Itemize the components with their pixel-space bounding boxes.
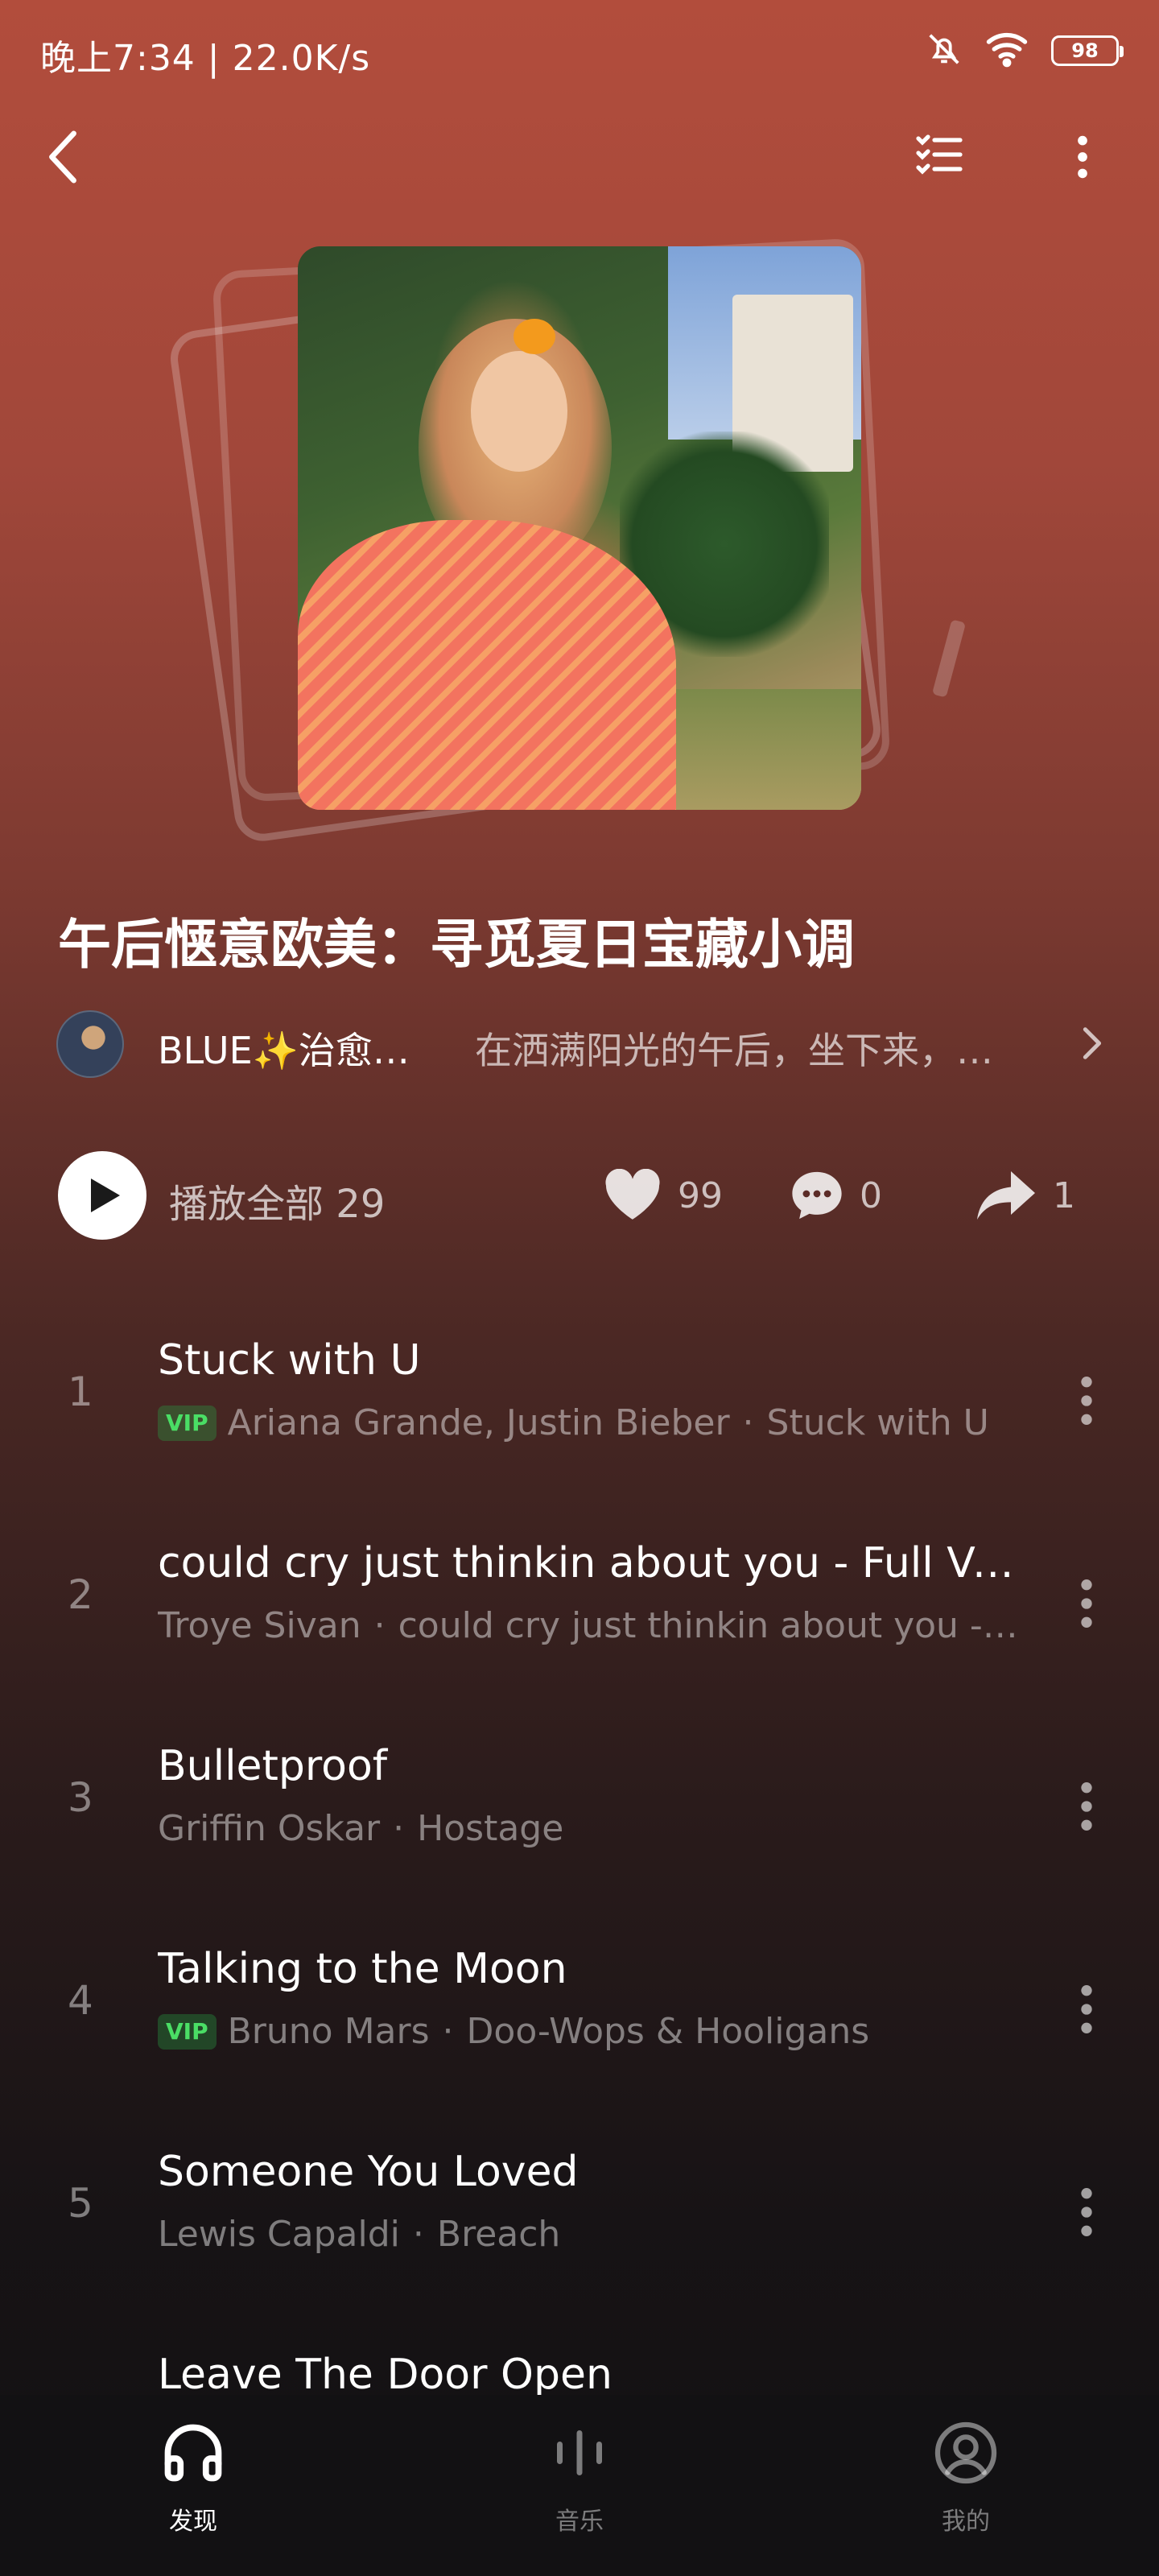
tab-label: 音乐 [555,2508,604,2536]
comment-icon [792,1171,842,1220]
song-artist: Lewis Capaldi [158,2214,400,2255]
song-title: Stuck with U [158,1336,421,1385]
song-index: 4 [68,1977,93,2024]
song-options-button[interactable] [1070,1571,1103,1636]
tab-label: 发现 [169,2508,217,2536]
chevron-right-icon[interactable] [1079,1025,1111,1065]
bottom-nav: 发现 音乐 我的 [0,2395,1159,2576]
song-album: Breach [436,2214,561,2255]
song-meta: Lewis Capaldi · Breach [158,2214,561,2255]
status-icons: 98 [926,31,1124,71]
song-title: Talking to the Moon [158,1945,567,1993]
more-vertical-icon [1081,1782,1092,1831]
more-vertical-icon [1078,135,1087,179]
song-row[interactable]: 5 Someone You Loved Lewis Capaldi · Breach [0,2116,1159,2318]
song-title: Bulletproof [158,1742,388,1790]
mute-bell-icon [926,31,963,71]
tab-discover[interactable]: 发现 [129,2419,258,2548]
playlist-cover-image[interactable] [298,246,861,810]
share-arrow-icon [977,1171,1035,1220]
person-icon [934,2421,997,2484]
song-title: Someone You Loved [158,2148,579,2196]
song-album: could cry just thinkin about you -… [398,1605,1018,1646]
share-count: 1 [1053,1174,1075,1216]
headphones-icon [164,2424,222,2482]
song-album: Hostage [417,1808,564,1849]
creator-name[interactable]: BLUE✨治愈… [158,1022,410,1075]
play-all-button[interactable] [58,1151,146,1240]
song-artist: Bruno Mars [227,2011,430,2052]
play-all-label[interactable]: 播放全部 29 [169,1172,385,1228]
wifi-icon [985,31,1029,71]
song-row[interactable]: 2 could cry just thinkin about you - Ful… [0,1507,1159,1710]
song-options-button[interactable] [1070,1774,1103,1839]
heart-icon [605,1169,660,1220]
more-vertical-icon [1081,1377,1092,1425]
status-bar: 晚上7:34 | 22.0K/s 98 [0,0,1159,105]
share-button[interactable]: 1 [974,1167,1075,1224]
playlist-cover-area [161,217,950,845]
more-vertical-icon [1081,2188,1092,2236]
song-meta: Troye Sivan · could cry just thinkin about… [158,1605,1018,1646]
song-meta: VIP Ariana Grande, Justin Bieber · Stuck w… [158,1402,1027,1443]
song-index: 1 [68,1368,93,1415]
song-artist: Ariana Grande, Justin Bieber [227,1402,730,1443]
song-artist: Troye Sivan [158,1605,361,1646]
more-vertical-icon [1081,1985,1092,2033]
track-count: 29 [336,1182,386,1227]
vip-badge: VIP [158,1405,217,1441]
comment-count: 0 [860,1174,882,1216]
tab-label: 我的 [942,2508,990,2536]
vip-badge: VIP [158,2013,217,2050]
chevron-left-icon [49,130,76,184]
more-options-button[interactable] [1054,129,1111,185]
song-options-button[interactable] [1070,2180,1103,2244]
tab-music[interactable]: 音乐 [515,2419,644,2548]
comment-button[interactable]: 0 [789,1167,882,1224]
playlist-description[interactable]: 在洒满阳光的午后，坐下来，… [475,1022,993,1075]
song-row[interactable]: 4 Talking to the Moon VIP Bruno Mars · Doo… [0,1913,1159,2116]
more-vertical-icon [1081,1579,1092,1628]
creator-avatar[interactable] [56,1010,124,1078]
song-album: Stuck with U [766,1402,989,1443]
song-album: Doo-Wops & Hooligans [466,2011,870,2052]
song-artist: Griffin Oskar [158,1808,381,1849]
song-index: 5 [68,2180,93,2227]
song-title: Leave The Door Open [158,2351,612,2399]
like-button[interactable]: 99 [602,1167,723,1224]
song-title: could cry just thinkin about you - Full … [158,1539,1027,1587]
checklist-icon [916,134,963,175]
battery-level: 98 [1071,39,1099,62]
playlist-screen: 晚上7:34 | 22.0K/s 98 午后惬意欧美：寻觅夏日宝藏小调 BLUE… [0,0,1159,2576]
back-button[interactable] [45,121,101,193]
song-row[interactable]: 1 Stuck with U VIP Ariana Grande, Justin… [0,1304,1159,1507]
song-index: 2 [68,1571,93,1618]
waveform-icon [557,2430,602,2475]
song-options-button[interactable] [1070,1977,1103,2041]
play-icon [91,1179,120,1212]
status-time: 晚上7:34 | 22.0K/s [40,38,371,79]
playlist-title: 午后惬意欧美：寻觅夏日宝藏小调 [58,914,855,976]
tab-mine[interactable]: 我的 [901,2419,1030,2548]
creator-row[interactable]: BLUE✨治愈… 在洒满阳光的午后，坐下来，… [56,1010,1119,1078]
song-options-button[interactable] [1070,1368,1103,1433]
song-index: 3 [68,1774,93,1821]
multi-select-button[interactable] [914,129,970,185]
like-count: 99 [678,1174,723,1216]
song-meta: Griffin Oskar · Hostage [158,1808,564,1849]
song-row[interactable]: 3 Bulletproof Griffin Oskar · Hostage [0,1710,1159,1913]
battery-icon: 98 [1051,35,1124,66]
song-meta: VIP Bruno Mars · Doo-Wops & Hooligans [158,2011,1027,2052]
